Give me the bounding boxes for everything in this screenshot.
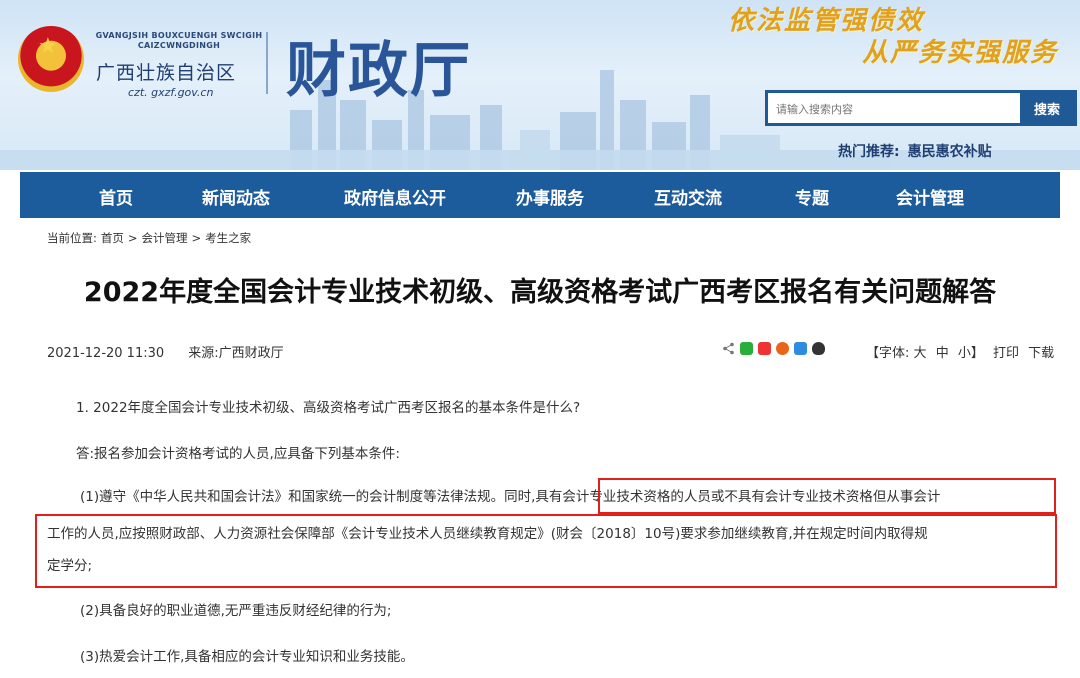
font-size-label: 【字体: — [866, 346, 910, 361]
highlight-box-top — [598, 478, 1056, 514]
hot-item-link[interactable]: 惠民惠农补贴 — [908, 144, 992, 160]
site-header: ★ GVANGJSIH BOUXCUENGH SWCIGIH CAIZCWNGD… — [0, 0, 1080, 170]
nav-item-home[interactable]: 首页 — [94, 184, 138, 209]
condition-2: (2)具备良好的职业道德,无严重违反财经纪律的行为; — [80, 603, 392, 619]
publish-datetime: 2021-12-20 11:30 — [47, 346, 165, 361]
breadcrumb-accounting[interactable]: 会计管理 — [142, 231, 188, 245]
download-link[interactable]: 下载 — [1028, 346, 1054, 361]
qq-icon[interactable] — [812, 342, 825, 355]
font-size-large[interactable]: 大 — [914, 346, 927, 361]
condition-3: (3)热爱会计工作,具备相应的会计专业知识和业务技能。 — [80, 649, 414, 665]
article-meta: 2021-12-20 11:30 来源:广西财政厅 — [47, 342, 284, 361]
nav-item-interaction[interactable]: 互动交流 — [648, 184, 728, 209]
highlight-box-bottom — [35, 514, 1057, 588]
national-emblem-icon[interactable]: ★ — [18, 26, 84, 92]
search-input[interactable] — [768, 93, 1030, 125]
article-source: 来源:广西财政厅 — [188, 346, 284, 361]
nav-item-news[interactable]: 新闻动态 — [196, 184, 276, 209]
question-1: 1. 2022年度全国会计专业技术初级、高级资格考试广西考区报名的基本条件是什么… — [76, 400, 581, 416]
main-nav: 首页 新闻动态 政府信息公开 办事服务 互动交流 专题 会计管理 — [20, 172, 1060, 218]
region-name-english: GVANGJSIH BOUXCUENGH SWCIGIH CAIZCWNGDIN… — [95, 31, 263, 50]
nav-item-accounting[interactable]: 会计管理 — [890, 184, 970, 209]
nav-item-gov-info[interactable]: 政府信息公开 — [336, 184, 454, 209]
answer-intro: 答:报名参加会计资格考试的人员,应具备下列基本条件: — [76, 446, 400, 462]
nav-item-services[interactable]: 办事服务 — [510, 184, 590, 209]
article-title: 2022年度全国会计专业技术初级、高级资格考试广西考区报名有关问题解答 — [83, 277, 997, 308]
site-title[interactable]: 财政厅 — [286, 22, 472, 109]
font-size-close: 】 — [970, 346, 984, 361]
slogan-line-2: 从严务实强服务 — [862, 38, 1059, 68]
share-bar — [722, 342, 825, 355]
nav-item-topics[interactable]: 专题 — [790, 184, 834, 209]
qzone-icon[interactable] — [758, 342, 771, 355]
header-divider — [266, 32, 268, 94]
site-url: czt. gxzf.gov.cn — [128, 86, 214, 99]
breadcrumb-label: 当前位置: — [47, 231, 97, 245]
weibo-icon[interactable] — [776, 342, 789, 355]
hot-label: 热门推荐: — [838, 144, 900, 160]
print-link[interactable]: 打印 — [993, 346, 1019, 361]
wechat-icon[interactable] — [740, 342, 753, 355]
breadcrumb-sep: > — [191, 231, 202, 245]
breadcrumb-exam-home[interactable]: 考生之家 — [205, 231, 251, 245]
font-size-medium[interactable]: 中 — [936, 346, 949, 361]
font-size-small[interactable]: 小 — [958, 346, 971, 361]
search-button[interactable]: 搜索 — [1020, 93, 1074, 123]
tencent-icon[interactable] — [794, 342, 807, 355]
breadcrumb-home[interactable]: 首页 — [101, 231, 124, 245]
search-bar: 搜索 — [765, 90, 1077, 126]
share-icon[interactable] — [722, 342, 735, 355]
breadcrumb-sep: > — [127, 231, 138, 245]
region-name-chinese: 广西壮族自治区 — [96, 62, 237, 84]
hot-recommend: 热门推荐: 惠民惠农补贴 — [838, 141, 1000, 161]
breadcrumb: 当前位置: 首页 > 会计管理 > 考生之家 — [47, 230, 255, 246]
article-tools: 【字体: 大 中 小】 打印 下载 — [866, 342, 1059, 361]
